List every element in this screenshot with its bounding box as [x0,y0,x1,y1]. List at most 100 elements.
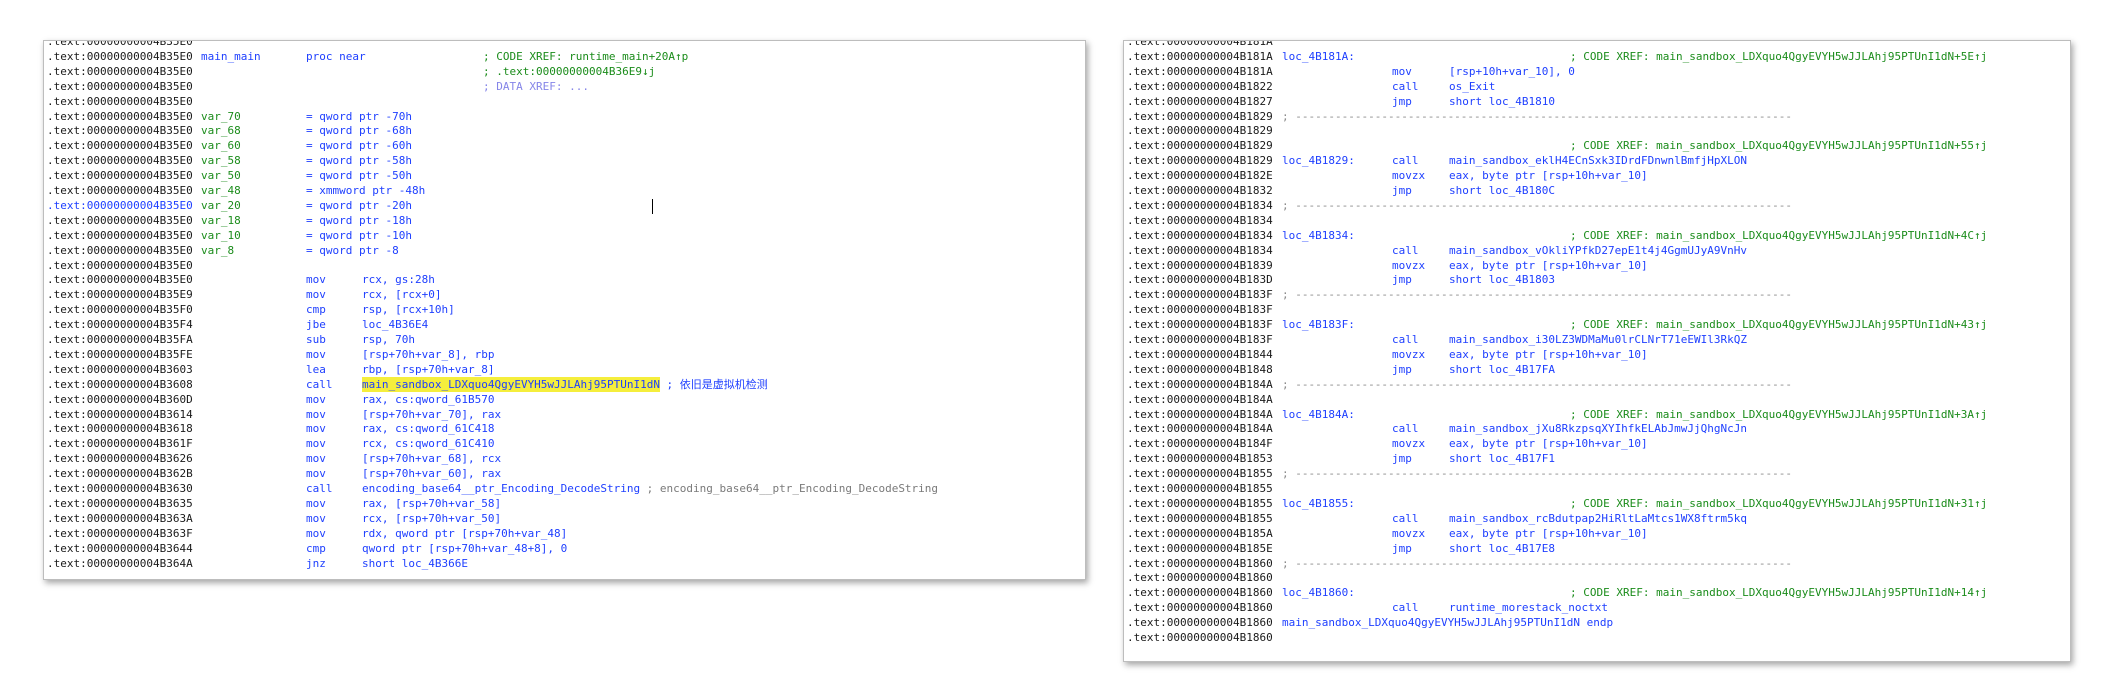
instruction-mnemonic: movzx [1392,169,1426,183]
instruction-mnemonic: call [1392,601,1419,615]
line-comment: ; CODE XREF: main_sandbox_LDXquo4QgyEVYH… [1570,496,1988,510]
stack-variable[interactable]: var_58 [201,153,241,168]
instruction-operand[interactable]: main_sandbox_i30LZ3WDMaMu0lrCLNrT71eEWIl… [1449,332,1747,347]
instruction-operand[interactable]: rcx, [rcx+0] [362,287,441,302]
stack-variable[interactable]: var_20 [201,198,241,213]
instruction-operand[interactable]: loc_4B36E4 [362,317,428,332]
instruction-mnemonic: mov [306,452,326,466]
line-comment: ; encoding_base64__ptr_Encoding_DecodeSt… [646,482,939,495]
stack-variable[interactable]: var_68 [201,123,241,138]
stack-variable[interactable]: var_18 [201,213,241,228]
instruction-operand[interactable]: main_sandbox_eklH4ECnSxk3IDrdFDnwnlBmfjH… [1449,153,1747,168]
instruction-operand[interactable]: rcx, cs:qword_61C410 [362,436,494,451]
instruction-operand[interactable]: main_sandbox_jXu8RkzpsqXYIhfkELAbJmwJjQh… [1449,421,1747,436]
line-address: .text:00000000004B1834 [1127,198,1273,212]
line-address: .text:00000000004B1834 [1127,213,1273,227]
line-address: .text:00000000004B1839 [1127,258,1273,272]
instruction-mnemonic: jmp [1392,273,1412,287]
instruction-operand[interactable]: short loc_4B17F1 [1449,451,1555,466]
code-label[interactable]: main_main [201,49,261,64]
instruction-operand[interactable]: [rsp+10h+var_10], 0 [1449,64,1575,79]
instruction-operand[interactable]: eax, byte ptr [rsp+10h+var_10] [1449,436,1648,451]
instruction-operand[interactable]: main_sandbox_vOkliYPfkD27epE1t4j4GgmUJyA… [1449,243,1747,258]
instruction-operand[interactable]: short loc_4B1810 [1449,94,1555,109]
instruction-mnemonic: mov [1392,64,1412,78]
line-address: .text:00000000004B35E0 [47,198,193,212]
stack-variable[interactable]: var_70 [201,109,241,124]
line-address: .text:00000000004B35E0 [47,184,193,197]
instruction-operand[interactable]: [rsp+70h+var_8], rbp [362,347,494,362]
instruction-operand[interactable]: rbp, [rsp+70h+var_8] [362,362,494,377]
instruction-operand[interactable]: short loc_4B366E [362,556,468,571]
stack-variable[interactable]: var_10 [201,228,241,243]
stack-variable[interactable]: var_60 [201,138,241,153]
instruction-operand[interactable]: rsp, [rcx+10h] [362,302,455,317]
instruction-operand[interactable]: eax, byte ptr [rsp+10h+var_10] [1449,258,1648,273]
instruction-operand[interactable]: short loc_4B17E8 [1449,541,1555,556]
stack-variable[interactable]: var_48 [201,183,241,198]
code-label[interactable]: loc_4B1855: [1282,496,1355,511]
code-label[interactable]: main_sandbox_LDXquo4QgyEVYH5wJJLAhj95PTU… [1282,615,1613,630]
instruction-operand[interactable]: rcx, [rsp+70h+var_50] [362,511,501,526]
instruction-operand[interactable]: rax, cs:qword_61C418 [362,421,494,436]
instruction-mnemonic: cmp [306,541,326,555]
stack-variable[interactable]: var_50 [201,168,241,183]
line-address: .text:00000000004B3630 [47,482,193,495]
instruction-operand[interactable]: short loc_4B17FA [1449,362,1555,377]
line-comment: ; 依旧是虚拟机检测 [666,377,768,391]
instruction-mnemonic: mov [306,467,326,481]
instruction-operand[interactable]: encoding_base64__ptr_Encoding_DecodeStri… [362,481,640,496]
separator-line: ; --------------------------------------… [1282,556,1792,570]
instruction-operand[interactable]: short loc_4B180C [1449,183,1555,198]
line-address: .text:00000000004B185A [1127,526,1273,540]
instruction-operand[interactable]: eax, byte ptr [rsp+10h+var_10] [1449,168,1648,183]
code-label[interactable]: loc_4B184A: [1282,407,1355,422]
instruction-operand[interactable]: [rsp+70h+var_60], rax [362,466,501,481]
instruction-mnemonic: jmp [1392,184,1412,197]
instruction-operand[interactable]: rsp, 70h [362,332,415,347]
instruction-mnemonic: = qword ptr -10h [306,228,412,242]
instruction-operand[interactable]: rax, cs:qword_61B570 [362,392,494,407]
code-label[interactable]: loc_4B183F: [1282,317,1355,332]
right-disassembly-view[interactable]: .text:00000000004B181A .text:00000000004B… [1123,40,2071,662]
code-label[interactable]: loc_4B181A: [1282,49,1355,64]
instruction-operand[interactable]: [rsp+70h+var_70], rax [362,407,501,422]
line-comment: ; CODE XREF: main_sandbox_LDXquo4QgyEVYH… [1570,318,1988,332]
instruction-operand[interactable]: [rsp+70h+var_68], rcx [362,451,501,466]
instruction-mnemonic: call [1392,154,1419,168]
line-comment: ; CODE XREF: main_sandbox_LDXquo4QgyEVYH… [1570,586,1988,600]
instruction-mnemonic: sub [306,333,326,346]
instruction-operand[interactable]: main_sandbox_rcBdutpap2HiRltLaMtcs1WX8ft… [1449,511,1747,526]
left-disassembly-view[interactable]: .text:00000000004B35E0 .text:00000000004B… [43,40,1086,580]
line-address: .text:00000000004B3608 [47,377,193,391]
line-address: .text:00000000004B35E0 [47,228,193,242]
line-address: .text:00000000004B35E0 [47,139,193,153]
instruction-mnemonic: mov [306,407,326,421]
line-address: .text:00000000004B35FA [47,333,193,346]
line-comment: ; CODE XREF: main_sandbox_LDXquo4QgyEVYH… [1570,139,1988,153]
line-comment: ; CODE XREF: runtime_main+20A↑p [483,49,689,63]
line-address: .text:00000000004B1860 [1127,571,1273,585]
instruction-operand[interactable]: runtime_morestack_noctxt [1449,600,1608,615]
code-label[interactable]: loc_4B1860: [1282,585,1355,600]
line-address: .text:00000000004B184A [1127,407,1273,421]
instruction-operand[interactable]: eax, byte ptr [rsp+10h+var_10] [1449,347,1648,362]
instruction-operand[interactable]: qword ptr [rsp+70h+var_48+8], 0 [362,541,567,556]
code-label[interactable]: loc_4B1829: [1282,153,1355,168]
instruction-operand[interactable]: main_sandbox_LDXquo4QgyEVYH5wJJLAhj95PTU… [362,376,661,392]
instruction-operand[interactable]: os_Exit [1449,79,1495,94]
instruction-operand[interactable]: rcx, gs:28h [362,272,435,287]
line-address: .text:00000000004B1834 [1127,228,1273,242]
instruction-mnemonic: mov [306,273,326,287]
code-label[interactable]: loc_4B1834: [1282,228,1355,243]
instruction-operand[interactable]: short loc_4B1803 [1449,272,1555,287]
stack-variable[interactable]: var_8 [201,243,234,258]
line-address: .text:00000000004B1855 [1127,496,1273,510]
instruction-operand[interactable]: rax, [rsp+70h+var_58] [362,496,501,511]
instruction-operand[interactable]: rdx, qword ptr [rsp+70h+var_48] [362,526,567,541]
instruction-mnemonic: mov [306,526,326,540]
instruction-mnemonic: mov [306,496,326,510]
instruction-mnemonic: mov [306,392,326,406]
line-address: .text:00000000004B3603 [47,362,193,376]
instruction-operand[interactable]: eax, byte ptr [rsp+10h+var_10] [1449,526,1648,541]
